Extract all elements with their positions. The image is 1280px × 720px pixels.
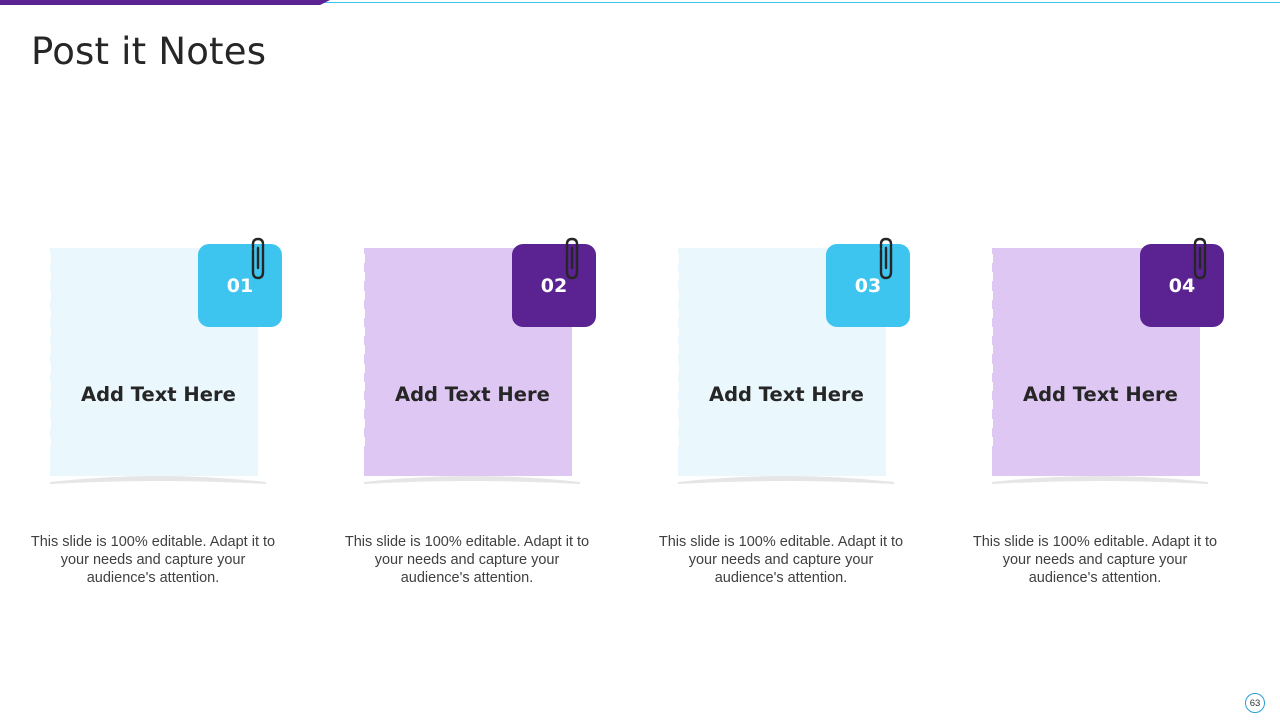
note-number-badge: 01 (198, 244, 282, 327)
note-heading: Add Text Here (395, 383, 550, 406)
note-description-3: This slide is 100% editable. Adapt it to… (658, 534, 904, 586)
slide-title: Post it Notes (31, 30, 267, 73)
note-card-4: 04 Add Text Here (973, 236, 1233, 496)
page-number: 63 (1245, 693, 1265, 713)
paper-shadow (678, 476, 894, 484)
note-card-1: 01 Add Text Here (31, 236, 291, 496)
binder-holes (984, 254, 993, 455)
note-card-3: 03 Add Text Here (659, 236, 919, 496)
binder-holes (42, 254, 51, 455)
note-heading: Add Text Here (1023, 383, 1178, 406)
note-number-badge: 02 (512, 244, 596, 327)
paper-shadow (364, 476, 580, 484)
note-description-4: This slide is 100% editable. Adapt it to… (972, 534, 1218, 586)
header-accent-bar (0, 0, 330, 5)
paperclip-icon (251, 237, 265, 280)
paperclip-icon (1193, 237, 1207, 280)
note-number-badge: 04 (1140, 244, 1224, 327)
note-description-2: This slide is 100% editable. Adapt it to… (344, 534, 590, 586)
note-heading: Add Text Here (81, 383, 236, 406)
note-card-2: 02 Add Text Here (345, 236, 605, 496)
paperclip-icon (879, 237, 893, 280)
binder-holes (356, 254, 365, 455)
paper-shadow (992, 476, 1208, 484)
paperclip-icon (565, 237, 579, 280)
paper-shadow (50, 476, 266, 484)
note-description-1: This slide is 100% editable. Adapt it to… (30, 534, 276, 586)
note-number-badge: 03 (826, 244, 910, 327)
binder-holes (670, 254, 679, 455)
note-heading: Add Text Here (709, 383, 864, 406)
